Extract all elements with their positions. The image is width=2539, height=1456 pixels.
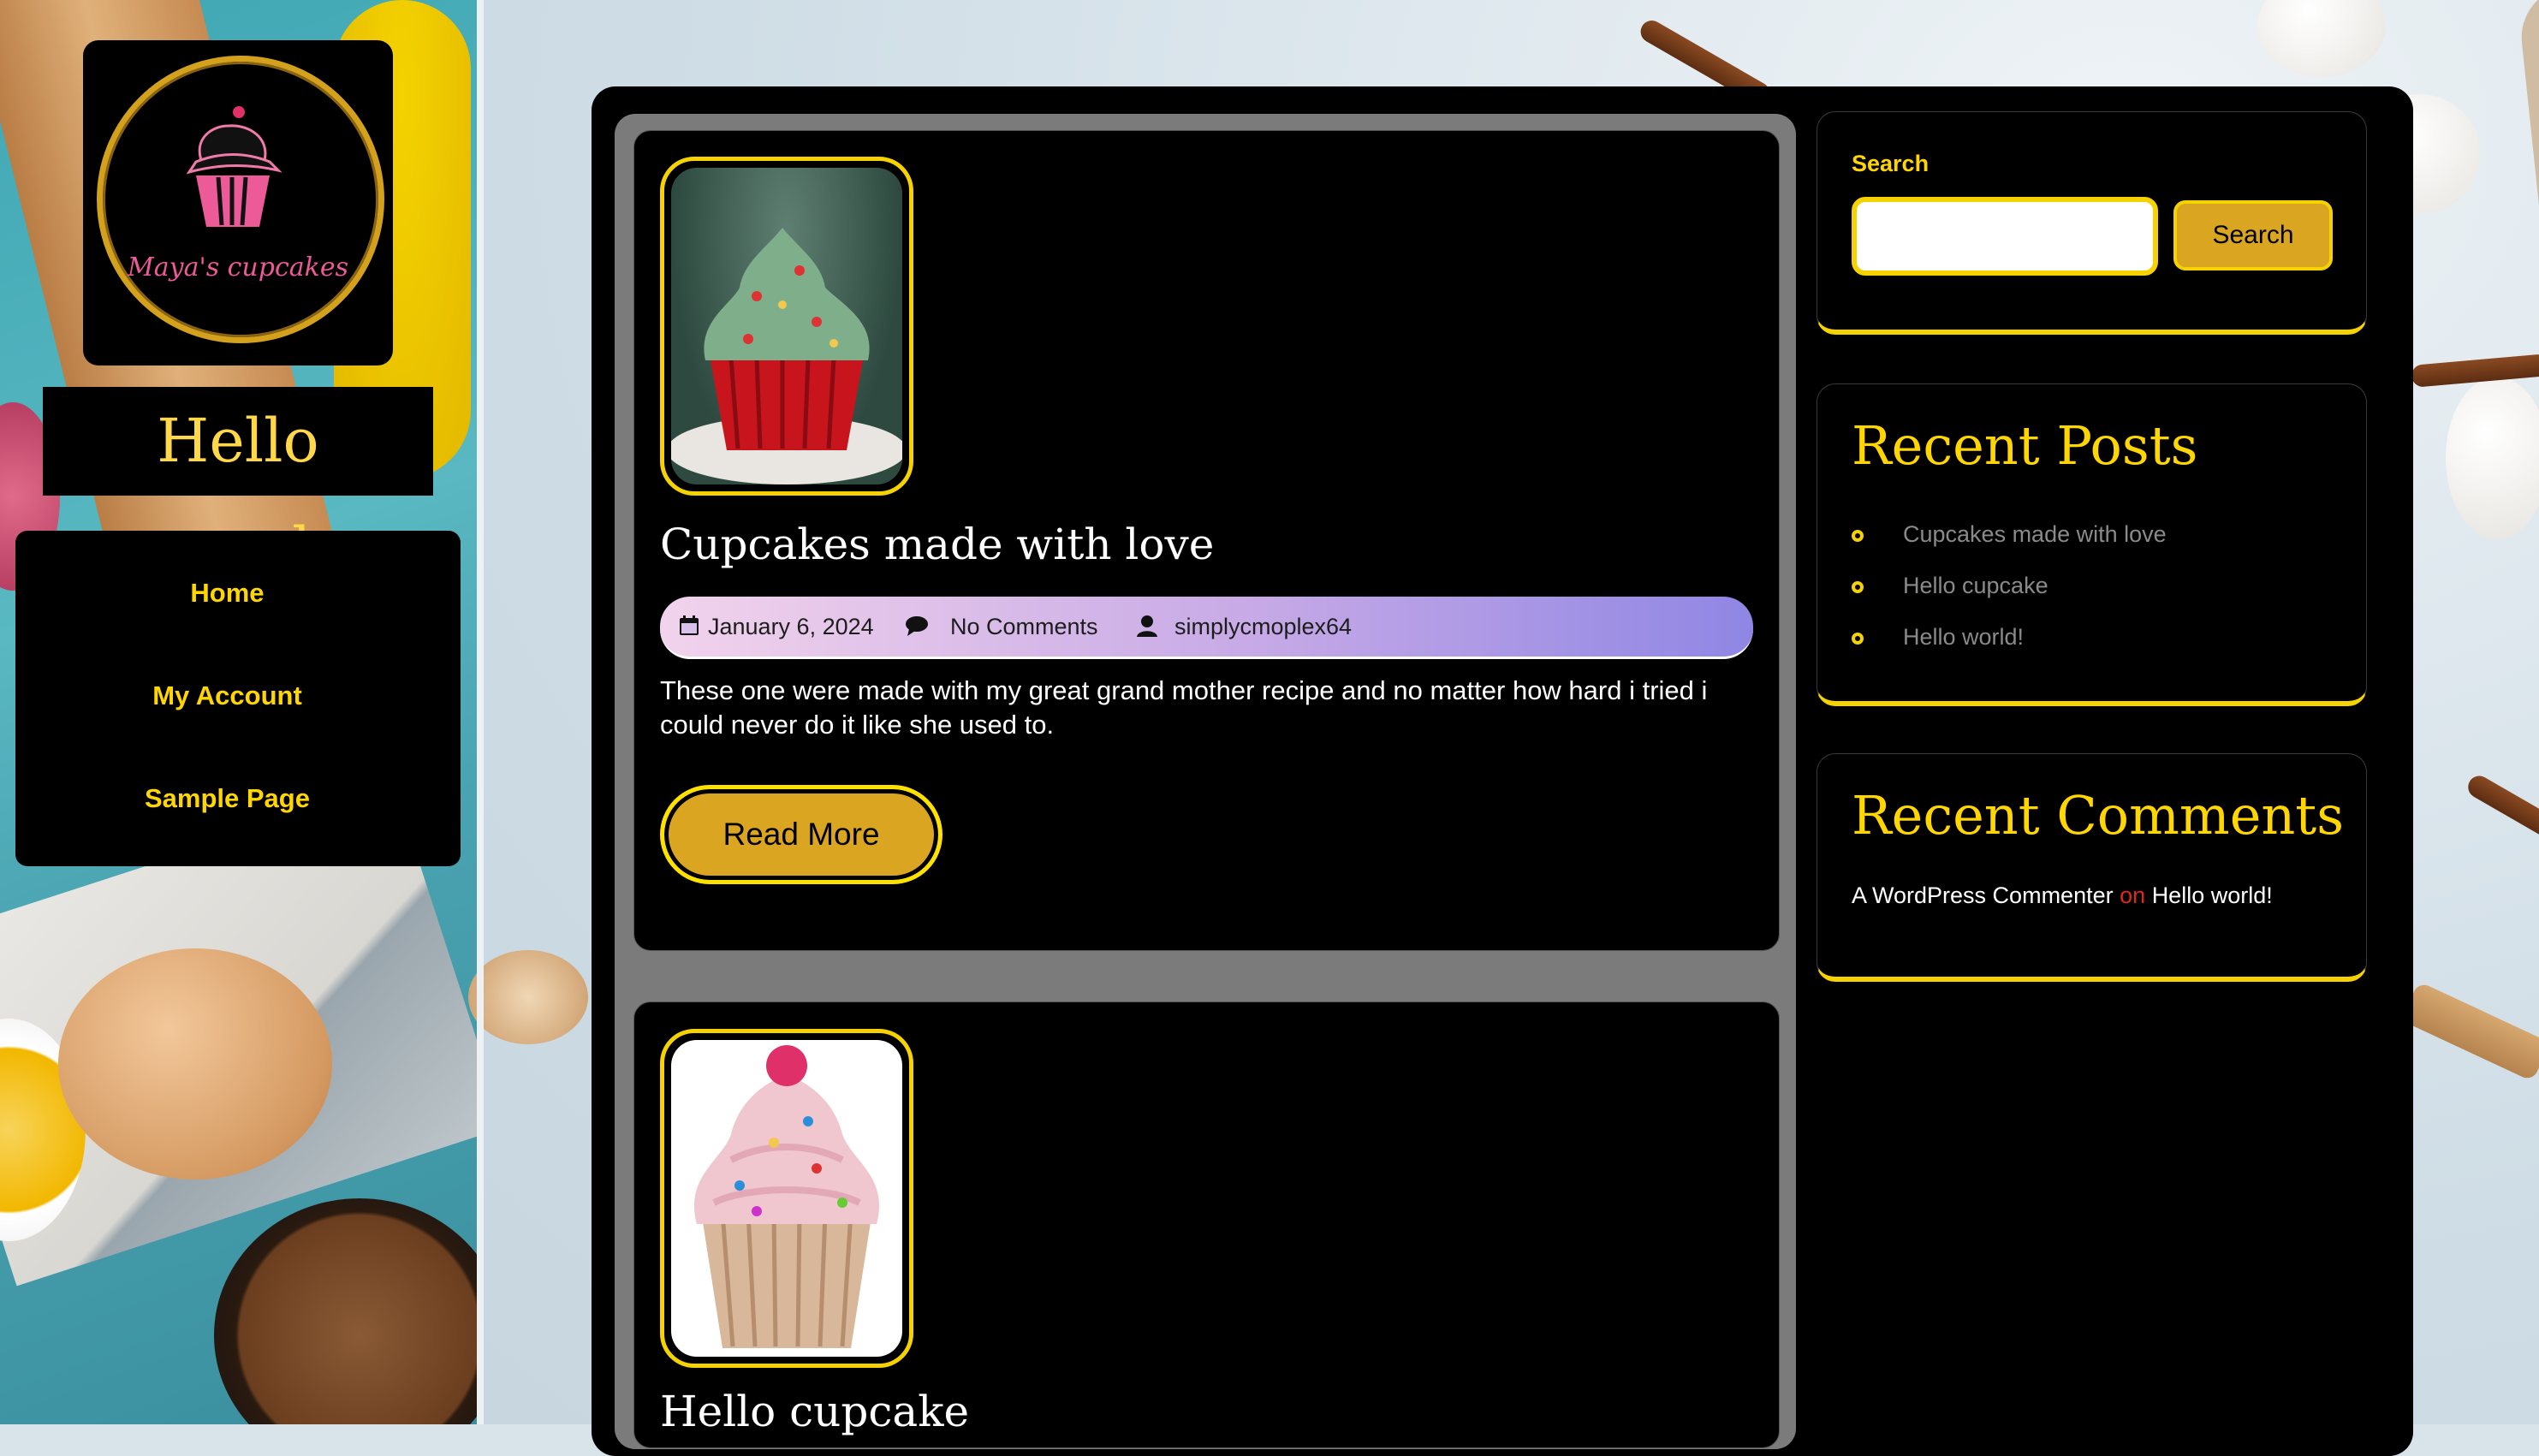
cupcake-green-image	[671, 168, 902, 484]
cinnamon-stick-image	[2411, 354, 2539, 388]
recent-post-link[interactable]: Hello cupcake	[1903, 573, 2048, 599]
search-label: Search	[1852, 151, 1930, 176]
recent-post-link[interactable]: Hello world!	[1903, 624, 2024, 651]
comment-on-text: on	[2120, 883, 2146, 908]
rolling-pin-end-image	[468, 950, 588, 1044]
post-thumbnail[interactable]	[660, 157, 913, 496]
nuts-bowl-image	[214, 1198, 477, 1424]
recent-post-link[interactable]: Cupcakes made with love	[1903, 521, 2167, 548]
egg-tray-image	[2516, 0, 2539, 299]
nav-item-sample-page[interactable]: Sample Page	[15, 783, 439, 814]
search-widget: Search Search	[1817, 111, 2367, 335]
calendar-icon	[680, 615, 699, 635]
cupcake-green-icon	[671, 228, 902, 484]
cupcake-pink-icon	[693, 1045, 880, 1348]
comment-post-link[interactable]: Hello world!	[2152, 883, 2273, 908]
logo-text: Maya's cupcakes	[128, 253, 348, 282]
post-excerpt: These one were made with my great grand …	[660, 675, 1708, 740]
recent-comment-item: A WordPress Commenter on Hello world!	[1852, 883, 2273, 909]
bullet-icon	[1852, 581, 1864, 593]
site-title-box[interactable]: Hello cupcake	[43, 387, 433, 585]
search-input[interactable]	[1852, 197, 2158, 276]
post-author[interactable]: simplycmoplex64	[1174, 597, 1352, 657]
bullet-icon	[1852, 633, 1864, 645]
search-button[interactable]: Search	[2173, 200, 2333, 270]
recent-comments-widget: Recent Comments A WordPress Commenter on…	[1817, 753, 2367, 982]
cinnamon-stick-image	[2464, 771, 2539, 843]
column-divider	[477, 0, 484, 1424]
post-title[interactable]: Cupcakes made with love	[660, 520, 1214, 569]
post-date[interactable]: January 6, 2024	[708, 597, 874, 657]
cupcake-pink-image	[671, 1040, 902, 1357]
post-title[interactable]: Hello cupcake	[660, 1387, 969, 1436]
post-comments-link[interactable]: No Comments	[950, 597, 1098, 657]
site-logo[interactable]: Maya's cupcakes	[83, 40, 393, 365]
comment-icon	[906, 616, 928, 636]
cupcake-logo-icon	[186, 106, 282, 227]
nav-item-my-account[interactable]: My Account	[15, 680, 439, 711]
recent-posts-title: Recent Posts	[1852, 414, 2198, 477]
comment-author-link[interactable]: A WordPress Commenter	[1852, 883, 2114, 908]
nav-item-home[interactable]: Home	[15, 578, 439, 609]
recent-posts-widget: Recent Posts Cupcakes made with love Hel…	[1817, 383, 2367, 706]
recent-comments-title: Recent Comments	[1852, 784, 2345, 847]
egg-image	[2257, 0, 2386, 77]
egg-image	[58, 948, 332, 1180]
wooden-spoon-image	[2400, 981, 2539, 1082]
user-icon	[1137, 615, 1157, 637]
read-more-button[interactable]: Read More	[660, 785, 942, 884]
main-navigation: Home My Account Sample Page	[15, 531, 461, 866]
eggshell-image	[2446, 377, 2539, 539]
post-meta-bar: January 6, 2024 No Comments simplycmople…	[660, 597, 1753, 659]
bullet-icon	[1852, 530, 1864, 542]
post-thumbnail[interactable]	[660, 1029, 913, 1368]
